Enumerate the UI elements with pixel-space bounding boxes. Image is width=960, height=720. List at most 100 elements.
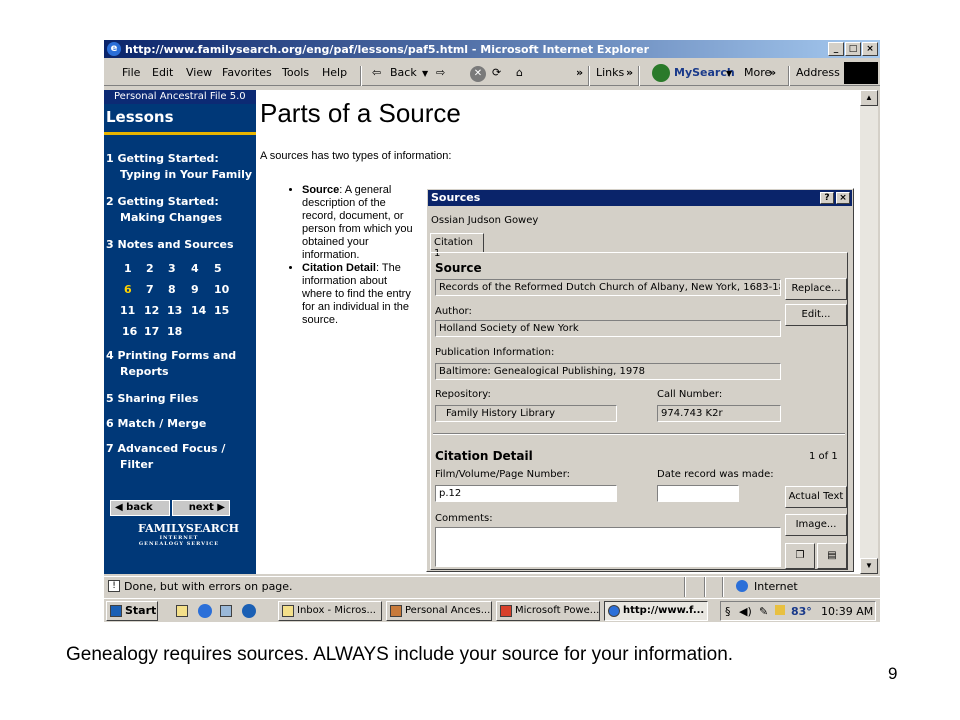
inbox-icon — [282, 605, 294, 617]
lesson-7-link[interactable]: 7 Advanced Focus / Filter — [106, 442, 225, 471]
tray-tool-icon[interactable]: ✎ — [759, 605, 768, 618]
lesson-number-link[interactable]: 11 — [120, 304, 135, 317]
refresh-icon[interactable]: ⟳ — [492, 66, 501, 79]
clock[interactable]: 10:39 AM — [821, 605, 873, 618]
info-icon[interactable] — [242, 604, 256, 618]
lesson-number-link[interactable]: 16 — [122, 325, 137, 338]
status-separator — [722, 577, 724, 597]
repository-field[interactable]: Family History Library — [435, 405, 617, 422]
lesson-2-link[interactable]: 2 Getting Started: Making Changes — [106, 195, 222, 224]
back-arrow-icon[interactable]: ⇦ — [372, 66, 381, 79]
lesson-number-link[interactable]: 12 — [144, 304, 159, 317]
desktop-icon[interactable] — [176, 605, 188, 617]
volume-icon[interactable]: ◀) — [739, 605, 752, 618]
paste-icon[interactable]: ▤ — [817, 543, 847, 569]
lesson-number-link[interactable]: 2 — [146, 262, 154, 275]
source-heading: Source — [435, 261, 482, 275]
more-overflow-icon[interactable]: » — [769, 66, 776, 79]
system-tray: § ◀) ✎ 83° 10:39 AM — [720, 601, 876, 621]
lesson-number-link[interactable]: 5 — [214, 262, 222, 275]
back-nav-button[interactable]: ◀ back — [110, 500, 170, 516]
stop-icon[interactable]: ✕ — [470, 66, 486, 82]
lesson-number-link[interactable]: 18 — [167, 325, 182, 338]
edit-button[interactable]: Edit... — [785, 304, 847, 326]
help-button[interactable]: ? — [820, 192, 834, 204]
next-nav-button[interactable]: next ▶ — [172, 500, 230, 516]
lesson-5-link[interactable]: 5 Sharing Files — [106, 392, 198, 405]
menu-file[interactable]: File — [122, 66, 140, 79]
author-field[interactable]: Holland Society of New York — [435, 320, 781, 337]
menu-favorites[interactable]: Favorites — [222, 66, 272, 79]
lesson-label: 7 Advanced Focus / — [106, 442, 226, 455]
bullet-item: Source: A general description of the rec… — [302, 184, 414, 262]
outlook-launch-icon[interactable] — [220, 605, 232, 617]
tray-folder-icon[interactable] — [775, 605, 785, 615]
lesson-number-link[interactable]: 1 — [124, 262, 132, 275]
forward-arrow-icon[interactable]: ⇨ — [436, 66, 445, 79]
lesson-number-link[interactable]: 9 — [191, 283, 199, 296]
tray-app-icon[interactable]: § — [725, 605, 731, 618]
citation-count: 1 of 1 — [809, 451, 838, 462]
image-button[interactable]: Image... — [785, 514, 847, 536]
more-button[interactable]: More — [744, 66, 771, 79]
warning-icon[interactable]: ! — [108, 580, 120, 592]
minimize-button[interactable]: _ — [828, 42, 844, 56]
taskbar-paf[interactable]: Personal Ances... — [386, 601, 492, 621]
links-button[interactable]: Links — [596, 66, 624, 79]
lesson-number-link[interactable]: 13 — [167, 304, 182, 317]
call-number-field[interactable]: 974.743 K2r — [657, 405, 781, 422]
scroll-down-icon[interactable]: ▼ — [860, 558, 878, 574]
back-dropdown-icon[interactable]: ▼ — [422, 69, 428, 78]
source-title-field[interactable]: Records of the Reformed Dutch Church of … — [435, 279, 781, 296]
bullet-item: Citation Detail: The information about w… — [302, 262, 414, 327]
menu-help[interactable]: Help — [322, 66, 347, 79]
mysearch-dropdown-icon[interactable]: ▼ — [726, 69, 732, 78]
menu-view[interactable]: View — [186, 66, 212, 79]
back-button[interactable]: Back — [390, 66, 417, 79]
lesson-number-current[interactable]: 6 — [124, 283, 132, 296]
scroll-up-icon[interactable]: ▲ — [860, 90, 878, 106]
ie-icon: e — [107, 42, 121, 56]
menu-edit[interactable]: Edit — [152, 66, 173, 79]
lesson-4-link[interactable]: 4 Printing Forms and Reports — [106, 349, 236, 378]
maximize-button[interactable]: □ — [845, 42, 861, 56]
lesson-1-link[interactable]: 1 Getting Started: Typing in Your Family — [106, 152, 252, 181]
lesson-label: Filter — [120, 458, 154, 471]
close-button[interactable]: × — [862, 42, 878, 56]
publication-field[interactable]: Baltimore: Genealogical Publishing, 1978 — [435, 363, 781, 380]
citation-heading: Citation Detail — [435, 449, 533, 463]
dialog-close-button[interactable]: × — [836, 192, 850, 204]
toolbar-overflow-icon[interactable]: » — [576, 66, 583, 79]
film-field[interactable]: p.12 — [435, 485, 617, 502]
taskbar-inbox[interactable]: Inbox - Micros... — [278, 601, 382, 621]
actual-text-button[interactable]: Actual Text — [785, 486, 847, 508]
call-number-label: Call Number: — [657, 389, 723, 400]
start-button[interactable]: Start — [106, 601, 158, 621]
lesson-number-link[interactable]: 10 — [214, 283, 229, 296]
lesson-3-link[interactable]: 3 Notes and Sources — [106, 238, 234, 251]
home-icon[interactable]: ⌂ — [516, 66, 523, 79]
taskbar-browser[interactable]: http://www.f... — [604, 601, 708, 621]
tab-citation-1[interactable]: Citation 1 — [430, 233, 484, 259]
lesson-number-link[interactable]: 14 — [191, 304, 206, 317]
date-field[interactable] — [657, 485, 739, 502]
links-overflow-icon[interactable]: » — [626, 66, 633, 79]
ie-page-icon — [608, 605, 620, 617]
lesson-number-link[interactable]: 15 — [214, 304, 229, 317]
lesson-label: 1 Getting Started: — [106, 152, 219, 165]
taskbar-powerpoint[interactable]: Microsoft Powe... — [496, 601, 600, 621]
copy-icon[interactable]: ❐ — [785, 543, 815, 569]
comments-field[interactable] — [435, 527, 781, 567]
replace-button[interactable]: Replace... — [785, 278, 847, 300]
lesson-number-link[interactable]: 7 — [146, 283, 154, 296]
vertical-scrollbar[interactable]: ▲ ▼ — [860, 90, 878, 574]
lesson-number-link[interactable]: 3 — [168, 262, 176, 275]
menu-tools[interactable]: Tools — [282, 66, 309, 79]
ie-launch-icon[interactable] — [198, 604, 212, 618]
section-divider — [433, 433, 845, 435]
lesson-number-link[interactable]: 17 — [144, 325, 159, 338]
lesson-number-link[interactable]: 4 — [191, 262, 199, 275]
lesson-number-link[interactable]: 8 — [168, 283, 176, 296]
temperature[interactable]: 83° — [791, 605, 812, 618]
lesson-6-link[interactable]: 6 Match / Merge — [106, 417, 206, 430]
